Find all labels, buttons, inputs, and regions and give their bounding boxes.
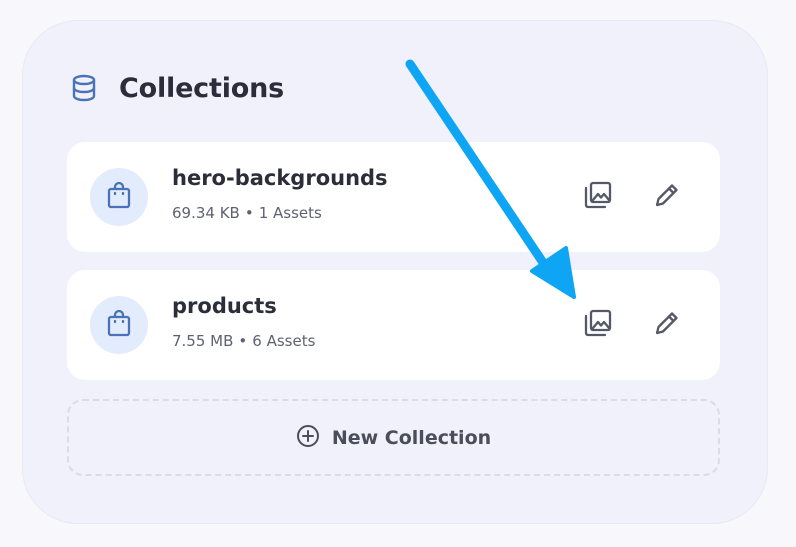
- collection-asset-count: 1 Assets: [258, 204, 322, 222]
- view-assets-button[interactable]: [579, 178, 617, 216]
- plus-circle-icon: [296, 424, 320, 452]
- view-assets-button[interactable]: [579, 306, 617, 344]
- collection-asset-count: 6 Assets: [252, 332, 316, 350]
- shopping-bag-icon: [107, 309, 131, 341]
- pencil-icon: [653, 309, 681, 341]
- collection-meta: 69.34 KB • 1 Assets: [172, 204, 322, 222]
- new-collection-button[interactable]: New Collection: [67, 399, 720, 476]
- database-icon: [70, 74, 98, 102]
- collection-avatar: [90, 168, 148, 226]
- gallery-icon: [583, 180, 613, 214]
- page-title: Collections: [119, 72, 284, 104]
- collection-card-hero-backgrounds[interactable]: hero-backgrounds 69.34 KB • 1 Assets: [67, 142, 720, 252]
- collections-header: Collections: [70, 70, 284, 106]
- new-collection-label: New Collection: [331, 426, 492, 449]
- gallery-icon: [583, 308, 613, 342]
- collection-avatar: [90, 296, 148, 354]
- collection-meta: 7.55 MB • 6 Assets: [172, 332, 315, 350]
- collection-card-products[interactable]: products 7.55 MB • 6 Assets: [67, 270, 720, 380]
- edit-collection-button[interactable]: [648, 306, 686, 344]
- pencil-icon: [653, 181, 681, 213]
- edit-collection-button[interactable]: [648, 178, 686, 216]
- shopping-bag-icon: [107, 181, 131, 213]
- meta-separator: •: [238, 332, 248, 350]
- meta-separator: •: [244, 204, 254, 222]
- collection-name: products: [172, 294, 277, 318]
- collection-size: 7.55 MB: [172, 332, 234, 350]
- collection-name: hero-backgrounds: [172, 166, 388, 190]
- collection-size: 69.34 KB: [172, 204, 240, 222]
